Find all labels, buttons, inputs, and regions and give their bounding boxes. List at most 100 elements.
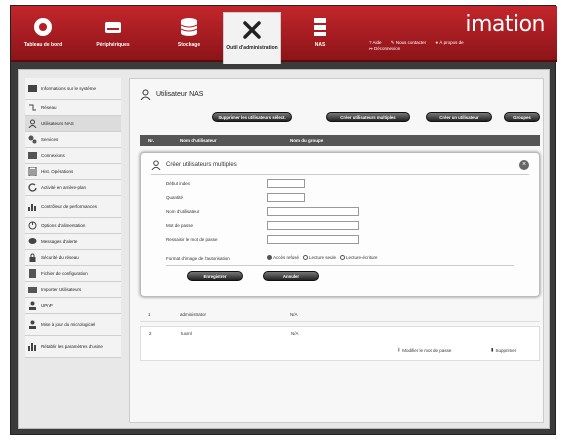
column-header[interactable]: Nom d'utilisateur (180, 138, 217, 143)
cell-nr: 2 (149, 331, 152, 336)
help-link[interactable]: ? Aide (369, 40, 386, 45)
nav-label: Tableau de bord (23, 42, 63, 48)
delete-user-link[interactable]: ▮ Supprimer (491, 347, 516, 353)
services-icon (28, 135, 37, 144)
permission-radio-group: Accès refusé Lecture seule Lecture-écrit… (267, 255, 378, 260)
divider (151, 174, 529, 175)
field-label: Quantité (166, 195, 184, 200)
config-file-icon (29, 269, 36, 278)
sidebar-item-config-file[interactable]: Fichier de configuration (25, 266, 121, 282)
column-header[interactable]: Nr. (148, 138, 154, 143)
device-icon (105, 22, 121, 33)
nav-nas[interactable]: NAS (295, 6, 345, 62)
field-label: Début index (166, 181, 191, 186)
nav-dashboard[interactable]: Tableau de bord (15, 6, 71, 62)
brand-logo: imation (465, 12, 545, 37)
sidebar-item-system-info[interactable]: Informations sur le système (25, 78, 121, 100)
import-users-icon (28, 287, 37, 293)
sidebar-item-background-activity[interactable]: Activité en arrière-plan (25, 180, 121, 196)
sidebar-item-history[interactable]: Hist. Opérations (25, 164, 121, 180)
cell-nr: 1 (148, 312, 151, 317)
top-links: ? Aide ✎ Nous contacter ● À propos de ↦ … (369, 40, 472, 52)
key-icon: ⚷ (397, 347, 401, 352)
radio-access-denied[interactable]: Accès refusé (267, 255, 299, 260)
page-title: Utilisateur NAS (140, 89, 203, 100)
divider (166, 265, 514, 266)
history-icon (28, 167, 37, 176)
field-label: Ressaisir le mot de passe (166, 237, 218, 242)
save-button[interactable]: Enregistrer (187, 271, 243, 281)
sidebar-item-firmware[interactable]: Mise à jour du micrologiciel (25, 314, 121, 336)
upnp-icon (29, 301, 36, 310)
top-navigation: Tableau de bord Périphériques Stockage O… (11, 6, 557, 64)
performance-icon (28, 204, 36, 211)
sidebar-item-nas-users[interactable]: Utilisateurs NAS (25, 116, 121, 132)
radio-read-only[interactable]: Lecture seule (303, 255, 336, 260)
create-user-button[interactable]: Créer un utilisateur (426, 112, 492, 122)
sidebar-item-performance[interactable]: Contrôleur de performances (25, 196, 121, 218)
field-label: Mot de passe (166, 223, 194, 228)
table-row[interactable]: 2 tuxml N/A ⚷ Modifier le mot de passe ▮ S… (140, 326, 540, 361)
network-icon (29, 104, 36, 111)
table-row[interactable]: 1 administrator N/A (140, 308, 540, 322)
confirm-password-input[interactable] (267, 235, 359, 244)
nas-icon (314, 18, 326, 36)
cell-group: N/A (291, 331, 299, 336)
nav-storage[interactable]: Stockage (161, 6, 217, 62)
dialog-title: Créer utilisateurs multiples (151, 160, 237, 170)
nav-label: Outil d'administration (226, 45, 278, 51)
delete-selected-users-button[interactable]: Supprimer les utilisateurs sélect. (212, 112, 292, 122)
change-password-link[interactable]: ⚷ Modifier le mot de passe (397, 347, 451, 353)
sidebar-item-upnp[interactable]: UPnP (25, 298, 121, 314)
cell-username: tuxml (181, 331, 192, 336)
info-icon (28, 85, 37, 92)
storage-icon (180, 18, 198, 36)
cancel-button[interactable]: Annuler (263, 271, 319, 281)
groups-button[interactable]: Groupes (504, 112, 540, 122)
quantity-input[interactable] (267, 193, 305, 202)
sidebar-item-services[interactable]: Services (25, 132, 121, 148)
user-icon (28, 119, 37, 128)
factory-reset-icon (28, 343, 36, 351)
username-input[interactable] (267, 207, 359, 216)
main-content: Utilisateur NAS Supprimer les utilisateu… (129, 78, 544, 423)
trash-icon: ▮ (491, 347, 494, 352)
users-table-header: Nr. Nom d'utilisateur Nom du groupe (140, 135, 540, 146)
close-icon[interactable]: × (519, 160, 529, 170)
cell-username: administrator (180, 312, 207, 317)
sidebar-item-alerts[interactable]: Messages d'alerte (25, 234, 121, 250)
password-input[interactable] (267, 221, 359, 230)
user-icon (151, 160, 161, 170)
nav-devices[interactable]: Périphériques (85, 6, 141, 62)
nav-admin-tools[interactable]: Outil d'administration (223, 12, 281, 64)
about-link[interactable]: ● À propos de (435, 40, 467, 45)
admin-tools-icon (243, 21, 261, 39)
sidebar-item-network-security[interactable]: Sécurité du réseau (25, 250, 121, 266)
sidebar-item-import-users[interactable]: Importer Utilisateurs (25, 282, 121, 298)
cell-group: N/A (290, 312, 298, 317)
create-multiple-users-dialog: Créer utilisateurs multiples × Début ind… (140, 152, 540, 297)
power-icon (28, 221, 37, 230)
sidebar-item-factory-reset[interactable]: Rétablir les paramètres d'usine (25, 336, 121, 358)
nav-label: NAS (314, 42, 326, 48)
column-header[interactable]: Nom du groupe (290, 138, 323, 143)
contact-link[interactable]: ✎ Nous contacter (391, 40, 430, 45)
content-panel: Informations sur le système Réseau Utili… (18, 69, 550, 429)
connections-icon (28, 152, 37, 159)
nav-label: Stockage (177, 42, 201, 48)
alert-icon (28, 238, 37, 244)
user-icon (140, 89, 151, 100)
nav-label: Périphériques (96, 42, 130, 48)
logout-link[interactable]: ↦ Déconnexion (369, 46, 404, 51)
radio-read-write[interactable]: Lecture-écriture (340, 255, 378, 260)
firmware-icon (29, 320, 36, 329)
background-activity-icon (28, 183, 37, 192)
start-index-input[interactable] (267, 179, 305, 188)
sidebar-item-connections[interactable]: Connexions (25, 148, 121, 164)
sidebar-item-network[interactable]: Réseau (25, 100, 121, 116)
sidebar-item-power[interactable]: Options d'alimentation (25, 218, 121, 234)
create-multiple-users-button[interactable]: Créer utilisateurs multiples (326, 112, 410, 122)
permission-label: Format d'image de l'autorisation (166, 256, 230, 261)
lock-icon (29, 253, 36, 262)
dashboard-icon (34, 18, 52, 36)
